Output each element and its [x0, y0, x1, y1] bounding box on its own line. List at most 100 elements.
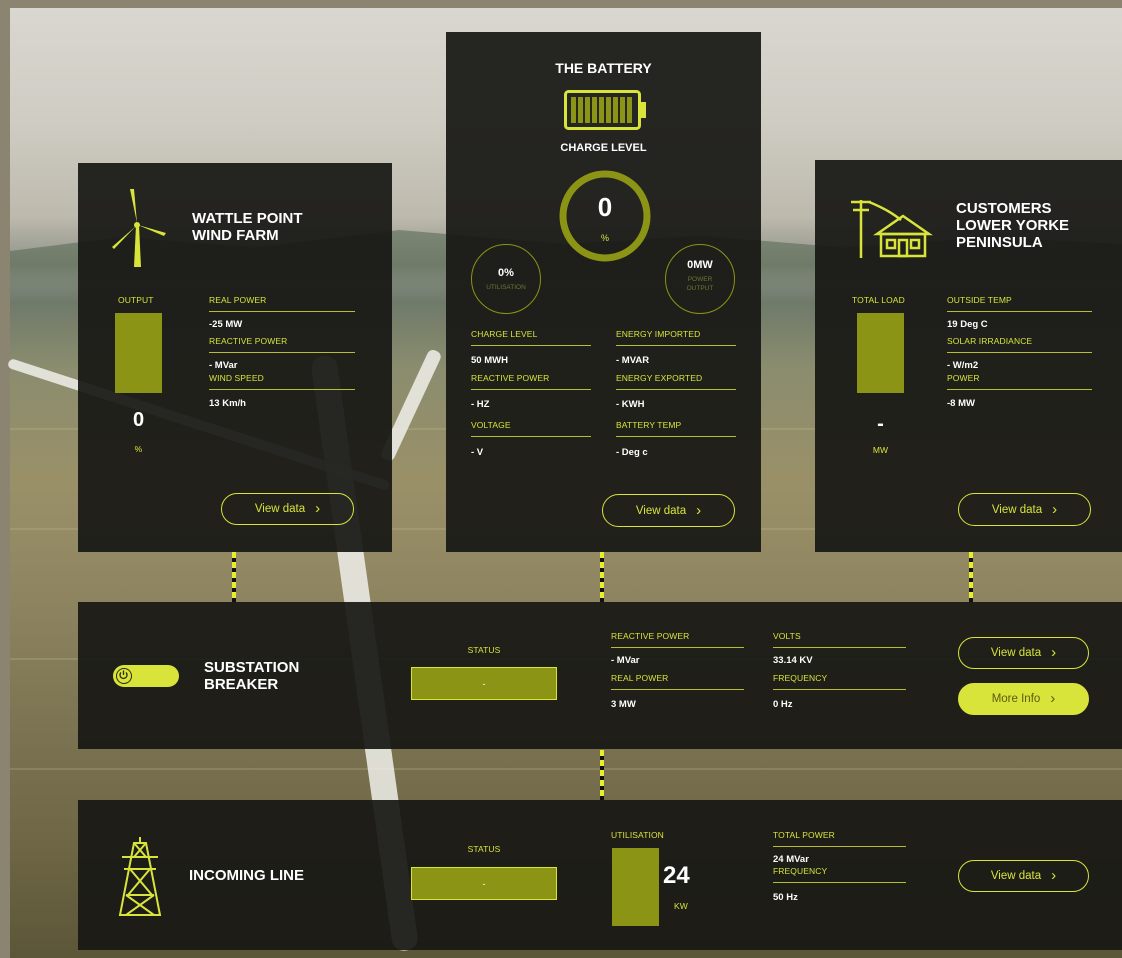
metric-label: BATTERY TEMP — [616, 420, 682, 430]
chevron-right-icon: › — [1052, 500, 1058, 518]
volts-value: 33.14 KV — [773, 655, 813, 666]
wind-metrics: REAL POWER -25 MW REACTIVE POWER - MVar … — [209, 295, 355, 409]
incoming-view-data-button[interactable]: View data › — [958, 860, 1089, 892]
charge-gauge-unit: % — [600, 233, 610, 243]
customer-metrics: OUTSIDE TEMP 19 Deg C SOLAR IRRADIANCE -… — [947, 295, 1092, 409]
substation-metrics-right: VOLTS 33.14 KV FREQUENCY 0 Hz — [773, 631, 906, 710]
customers-title-line1: CUSTOMERS — [956, 200, 1052, 217]
connector-wind — [232, 552, 236, 602]
more-info-label: More Info — [991, 693, 1041, 705]
metric-label: CHARGE LEVEL — [471, 329, 538, 339]
divider — [947, 352, 1092, 353]
view-data-label: View data — [990, 870, 1042, 882]
customers-title: CUSTOMERS LOWER YORKE PENINSULA — [956, 200, 1069, 251]
substation-title-line2: BREAKER — [204, 676, 279, 693]
outside-temp-value: 19 Deg C — [947, 319, 988, 330]
total-power-value: 24 MVar — [773, 854, 809, 865]
divider — [947, 389, 1092, 390]
wind-title-line2: WIND FARM — [192, 227, 279, 244]
solar-irradiance-value: - W/m2 — [947, 360, 979, 371]
battery-title: THE BATTERY — [555, 60, 652, 76]
metric-label: ENERGY EXPORTED — [616, 373, 703, 383]
status-label: STATUS — [467, 645, 501, 655]
total-power-label: TOTAL POWER — [773, 830, 835, 840]
output-unit: % — [134, 444, 143, 454]
utilisation-unit: KW — [674, 901, 688, 911]
real-power-value: -25 MW — [209, 319, 243, 330]
utilisation-bar — [612, 848, 659, 926]
real-power-value: 3 MW — [611, 699, 636, 710]
output-bar — [115, 313, 162, 393]
power-output-value: 0MW — [687, 259, 713, 271]
incoming-line-title: INCOMING LINE — [189, 867, 304, 884]
frequency-value: 0 Hz — [773, 699, 793, 710]
status-label: STATUS — [467, 844, 501, 854]
real-power-label: REAL POWER — [209, 295, 267, 305]
view-data-label: View data — [991, 503, 1043, 516]
divider — [471, 389, 591, 390]
divider — [209, 311, 355, 312]
utilisation-value: 0% — [498, 267, 514, 279]
metric-value: 50 MWH — [471, 355, 508, 366]
divider — [471, 436, 591, 437]
charge-gauge-value: 0 — [597, 192, 613, 222]
metric-label: VOLTAGE — [471, 420, 511, 430]
divider — [611, 689, 744, 690]
outside-temp-label: OUTSIDE TEMP — [947, 295, 1012, 305]
customers-view-data-button[interactable]: View data › — [958, 493, 1091, 526]
connector-customers — [969, 552, 973, 602]
reactive-power-label: REACTIVE POWER — [209, 336, 288, 346]
divider — [947, 311, 1092, 312]
view-data-label: View data — [990, 647, 1042, 659]
output-label: OUTPUT — [118, 295, 154, 305]
transmission-tower-icon — [118, 837, 162, 916]
battery-right-metrics: ENERGY IMPORTED - MVAR ENERGY EXPORTED -… — [616, 329, 736, 458]
utilisation-label: UTILISATION — [611, 830, 664, 840]
substation-title: SUBSTATION BREAKER — [204, 659, 299, 693]
reactive-power-label: REACTIVE POWER — [611, 631, 690, 641]
house-powerline-icon — [851, 200, 934, 258]
chevron-right-icon: › — [1051, 867, 1057, 884]
metric-value: - V — [471, 447, 484, 458]
substation-metrics-left: REACTIVE POWER - MVar REAL POWER 3 MW — [611, 631, 744, 710]
divider — [209, 389, 355, 390]
more-info-button[interactable]: More Info › — [958, 683, 1089, 715]
metric-value: - Deg c — [616, 447, 648, 458]
wind-speed-value: 13 Km/h — [209, 398, 246, 409]
wind-view-data-button[interactable]: View data › — [221, 493, 354, 525]
divider — [616, 436, 736, 437]
total-load-value: - — [877, 413, 884, 435]
breaker-toggle[interactable] — [113, 665, 179, 687]
frequency-value: 50 Hz — [773, 892, 798, 903]
incoming-line-panel: INCOMING LINE STATUS - UTILISATION 24 KW… — [78, 800, 1122, 950]
charge-level-heading: CHARGE LEVEL — [560, 142, 647, 154]
battery-icon — [564, 90, 646, 130]
power-output-gauge: 0MW POWER OUTPUT — [665, 244, 735, 314]
total-load-unit: MW — [872, 445, 889, 455]
utilisation-value: 24 — [663, 862, 690, 889]
divider — [616, 345, 736, 346]
power-output-label-line1: POWER — [687, 276, 713, 283]
substation-view-data-button[interactable]: View data › — [958, 637, 1089, 669]
frequency-label: FREQUENCY — [773, 866, 828, 876]
power-toggle-icon — [116, 668, 132, 684]
chevron-right-icon: › — [696, 501, 702, 519]
customers-title-line3: PENINSULA — [956, 234, 1043, 251]
wind-title-line1: WATTLE POINT — [192, 210, 303, 227]
solar-irradiance-label: SOLAR IRRADIANCE — [947, 336, 1033, 346]
divider — [209, 352, 355, 353]
customers-panel: CUSTOMERS LOWER YORKE PENINSULA TOTAL LO… — [815, 160, 1122, 552]
view-data-label: View data — [254, 503, 306, 515]
divider — [773, 647, 906, 648]
chevron-right-icon: › — [315, 500, 321, 517]
total-load-label: TOTAL LOAD — [852, 295, 905, 305]
metric-value: - KWH — [616, 399, 645, 410]
battery-view-data-button[interactable]: View data › — [602, 494, 735, 527]
chevron-right-icon: › — [1050, 690, 1056, 707]
divider — [611, 647, 744, 648]
divider — [773, 689, 906, 690]
metric-value: - MVAR — [616, 355, 650, 366]
reactive-power-value: - MVar — [611, 655, 640, 666]
connector-battery — [600, 552, 604, 602]
metric-label: REACTIVE POWER — [471, 373, 550, 383]
